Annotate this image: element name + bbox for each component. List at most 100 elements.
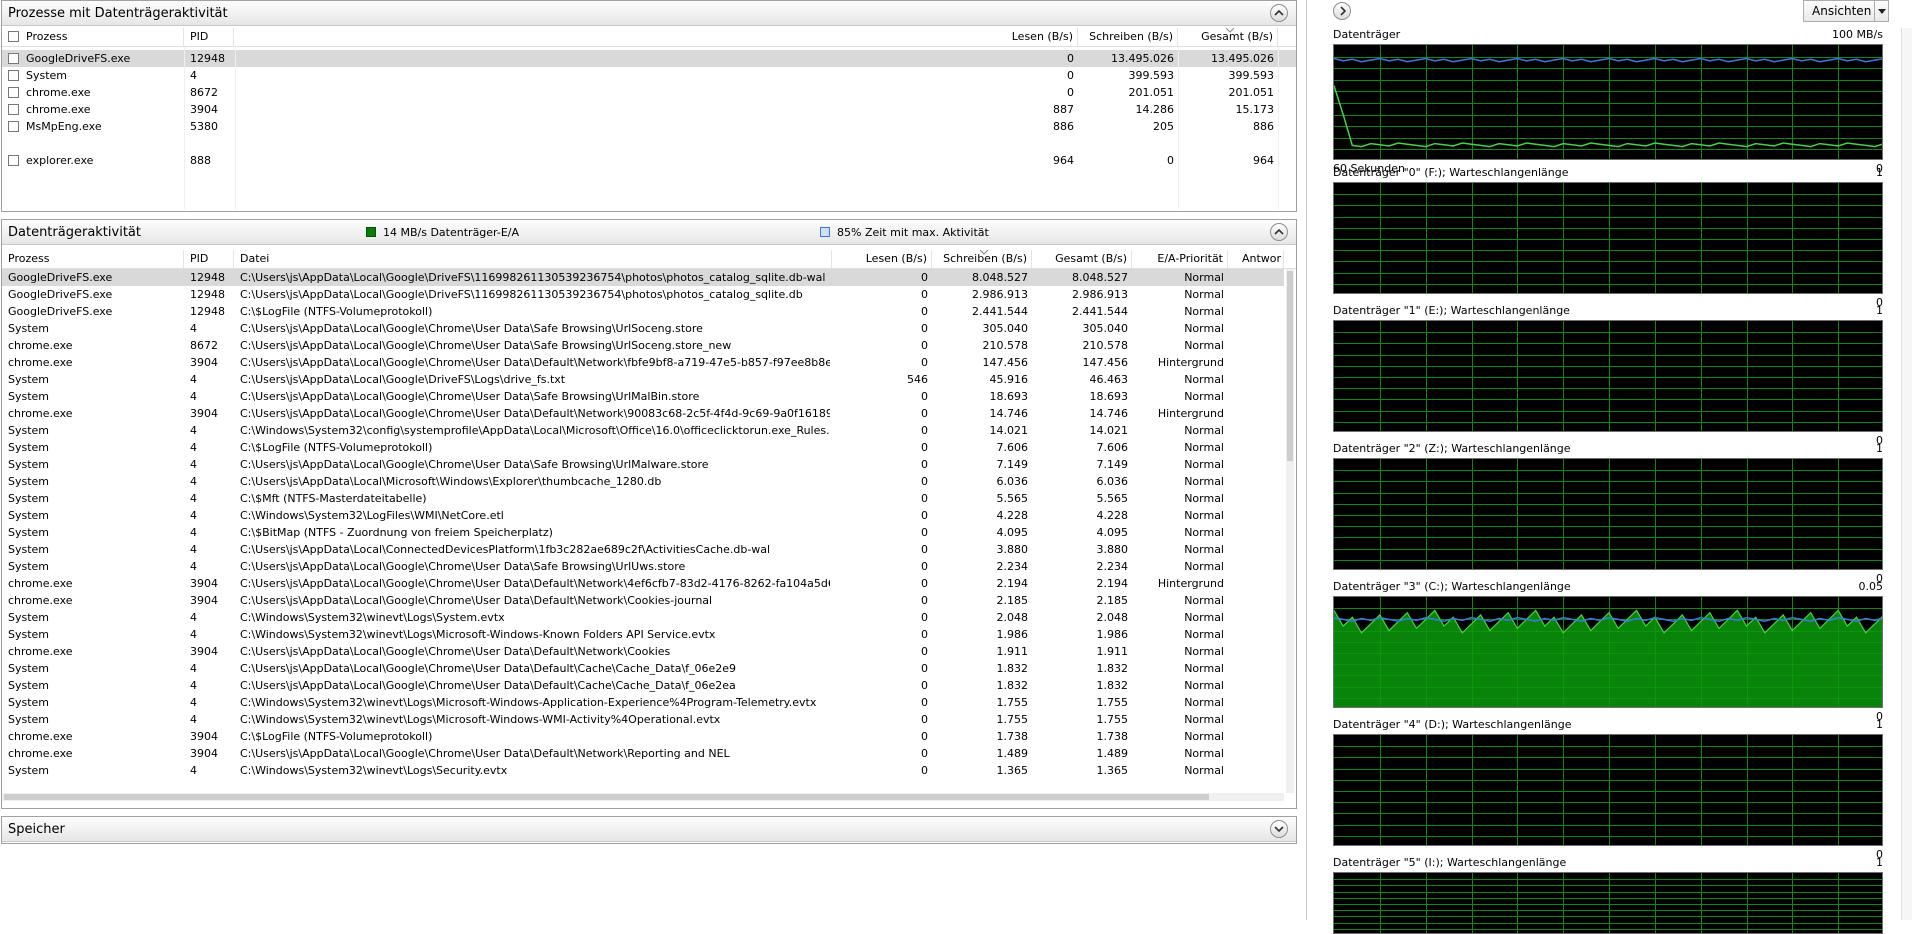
table-row[interactable]: System 4 C:\Windows\System32\LogFiles\WMI\… [2,507,1284,524]
cell-write: 201.051 [1128,86,1175,99]
col-total[interactable]: Gesamt (B/s) [1178,28,1278,46]
cell-read: 0 [921,475,928,488]
table-row[interactable]: chrome.exe 3904 C:\$LogFile (NTFS-Volumepr… [2,728,1284,745]
activity-series-line [1334,57,1882,63]
col-read[interactable]: Lesen (B/s) [978,28,1078,46]
cell-total: 7.149 [1096,458,1129,471]
table-row[interactable]: GoogleDriveFS.exe 12948 C:\$LogFile (NTFS-… [2,303,1284,320]
disk-activity-vertical-scrollbar[interactable] [1286,269,1294,793]
toggle-graphs-button[interactable] [1333,2,1351,20]
graph-canvas [1333,44,1883,160]
table-row[interactable]: System 4 C:\Windows\System32\winevt\Logs\S… [2,609,1284,626]
horizontal-scroll-thumb[interactable] [4,794,1209,800]
table-row[interactable]: GoogleDriveFS.exe 12948 C:\Users\js\AppDat… [2,269,1284,286]
col-process[interactable]: Prozess [2,250,184,268]
cell-process: GoogleDriveFS.exe [8,271,113,284]
io-legend-swatch [366,227,376,237]
cell-process: System [8,373,50,386]
cell-write: 0 [1167,154,1174,167]
col-pid[interactable]: PID [184,28,234,46]
table-row[interactable]: System 4 C:\Windows\System32\winevt\Logs\S… [2,762,1284,779]
table-row[interactable]: System 4 C:\Windows\System32\winevt\Logs\M… [2,694,1284,711]
col-priority[interactable]: E/A-Priorität [1132,250,1228,268]
table-row[interactable]: System 4 C:\Users\js\AppData\Local\Google\… [2,660,1284,677]
col-read[interactable]: Lesen (B/s) [832,250,932,268]
col-write[interactable]: Schreiben (B/s) [932,250,1032,268]
cell-file: C:\$LogFile (NTFS-Volumeprotokoll) [240,305,433,318]
table-row[interactable]: System 4 C:\Windows\System32\winevt\Logs\M… [2,711,1284,728]
process-checkbox[interactable] [8,87,19,98]
table-row[interactable]: chrome.exe 3904 C:\Users\js\AppData\Local\… [2,592,1284,609]
graphs-scrollbar[interactable] [1901,28,1912,920]
process-checkbox[interactable] [8,53,19,64]
table-row[interactable]: chrome.exe 3904 C:\Users\js\AppData\Local\… [2,745,1284,762]
cell-priority: Normal [1184,594,1224,607]
table-row[interactable]: chrome.exe 3904 C:\Users\js\AppData\Local\… [2,643,1284,660]
graph-max-label: 1 [1876,442,1883,455]
col-file[interactable]: Datei [234,250,832,268]
cell-process: chrome.exe [8,645,73,658]
cell-pid: 4 [190,628,197,641]
graph-canvas [1333,320,1883,432]
cell-total: 18.693 [1089,390,1129,403]
cell-priority: Normal [1184,458,1224,471]
dropdown-arrow-icon[interactable] [1878,9,1886,14]
table-row[interactable]: System 4 C:\Users\js\AppData\Local\Google\… [2,320,1284,337]
table-row[interactable]: System 4 C:\Users\js\AppData\Local\Connect… [2,541,1284,558]
collapse-disk-activity-button[interactable] [1270,223,1288,241]
col-write[interactable]: Schreiben (B/s) [1078,28,1178,46]
cell-pid: 4 [190,509,197,522]
table-row[interactable]: chrome.exe 3904 C:\Users\js\AppData\Local\… [2,575,1284,592]
col-response[interactable]: Antwor [1228,250,1284,268]
cell-pid: 4 [190,424,197,437]
col-process[interactable]: Prozess [2,28,184,46]
table-row[interactable]: System 4 C:\Windows\System32\winevt\Logs\M… [2,626,1284,643]
cell-pid: 3904 [190,747,218,760]
time-legend-label: 85% Zeit mit max. Aktivität [837,226,989,239]
cell-write: 6.036 [996,475,1029,488]
table-row[interactable]: System 4 C:\Users\js\AppData\Local\Google\… [2,456,1284,473]
table-row[interactable]: chrome.exe 3904 C:\Users\js\AppData\Local\… [2,405,1284,422]
process-checkbox[interactable] [8,121,19,132]
col-total[interactable]: Gesamt (B/s) [1032,250,1132,268]
cell-file: C:\Users\js\AppData\Local\Google\DriveFS… [240,271,826,284]
cell-pid: 3904 [190,594,218,607]
processes-header[interactable]: Prozesse mit Datenträgeraktivität [2,1,1296,26]
process-checkbox[interactable] [8,70,19,81]
table-row[interactable]: System 4 C:\Users\js\AppData\Local\Google\… [2,677,1284,694]
cell-pid: 12948 [190,305,225,318]
table-row[interactable]: GoogleDriveFS.exe 12948 C:\Users\js\AppDat… [2,286,1284,303]
table-row[interactable]: System 4 C:\$Mft (NTFS-Masterdateitabelle)… [2,490,1284,507]
cell-total: 2.185 [1096,594,1129,607]
table-row[interactable]: System 4 C:\Users\js\AppData\Local\Google\… [2,558,1284,575]
expand-memory-button[interactable] [1270,820,1288,838]
table-row[interactable]: System 4 C:\$LogFile (NTFS-Volumeprotokoll… [2,439,1284,456]
views-dropdown[interactable]: Ansichten [1803,0,1889,22]
cell-read: 0 [921,509,928,522]
disk-activity-horizontal-scrollbar[interactable] [2,793,1284,801]
cell-pid: 8672 [190,339,218,352]
table-row[interactable]: System 4 C:\Windows\System32\config\system… [2,422,1284,439]
table-row[interactable]: chrome.exe 8672 C:\Users\js\AppData\Local\… [2,337,1284,354]
table-row[interactable]: System 4 C:\Users\js\AppData\Local\Microso… [2,473,1284,490]
cell-total: 886 [1253,120,1274,133]
cell-read: 0 [921,356,928,369]
col-pid[interactable]: PID [184,250,234,268]
table-row[interactable]: chrome.exe 3904 C:\Users\js\AppData\Local\… [2,354,1284,371]
cell-priority: Normal [1184,390,1224,403]
table-row[interactable]: System 4 C:\Users\js\AppData\Local\Google\… [2,388,1284,405]
process-checkbox[interactable] [8,155,19,166]
table-row[interactable]: System 4 C:\$BitMap (NTFS - Zuordnung von … [2,524,1284,541]
table-row[interactable]: System 4 C:\Users\js\AppData\Local\Google\… [2,371,1284,388]
disk-activity-header[interactable]: Datenträgeraktivität 14 MB/s Datenträger… [2,220,1296,245]
graph-canvas [1333,596,1883,708]
cell-priority: Normal [1184,543,1224,556]
process-checkbox[interactable] [8,104,19,115]
memory-header[interactable]: Speicher [2,817,1296,842]
graph-title: Datenträger "2" (Z:); Warteschlangenläng… [1333,442,1571,455]
vertical-scroll-thumb[interactable] [1287,271,1293,461]
graph-svg [1334,735,1882,845]
collapse-processes-button[interactable] [1270,4,1288,22]
select-all-checkbox[interactable] [8,31,19,42]
cell-total: 5.565 [1096,492,1129,505]
